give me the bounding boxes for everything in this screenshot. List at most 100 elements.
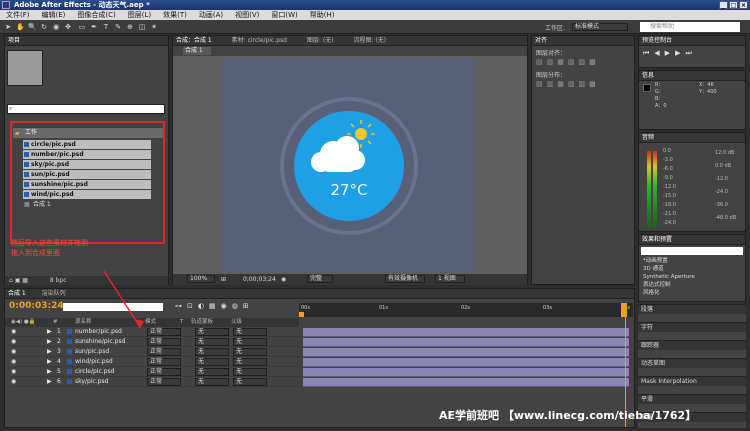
maximize-button[interactable]: □ [729,1,738,9]
help-search-input[interactable]: 搜索帮助 [640,22,740,32]
mode-dropdown[interactable]: 正常 [147,358,181,366]
snapshot-icon[interactable]: ◉ [281,274,286,285]
selection-tool-icon[interactable]: ➤ [4,23,12,31]
trkmat-dropdown[interactable]: 无 [195,328,229,336]
trkmat-dropdown[interactable]: 无 [195,338,229,346]
parent-dropdown[interactable]: 无 [233,358,267,366]
menu-layer[interactable]: 图层(L) [128,10,151,20]
expand-arrow-icon[interactable]: ▶ [47,367,52,377]
project-item[interactable]: wind/pic.psd [23,190,151,199]
layer-row[interactable]: ◉ ▶ 6 sky/pic.psd 正常 无 无 [11,377,301,387]
trkmat-dropdown[interactable]: 无 [195,368,229,376]
parent-dropdown[interactable]: 无 [233,378,267,386]
close-button[interactable]: × [739,1,748,9]
pen-tool-icon[interactable]: ✒ [90,23,98,31]
distribute-buttons[interactable]: ▤▥▦▧▨▩ [536,80,600,88]
project-item[interactable]: sun/pic.psd [23,170,151,179]
project-item[interactable]: sunshine/pic.psd [23,180,151,189]
visibility-eye-icon[interactable]: ◉ [11,327,16,337]
visibility-eye-icon[interactable]: ◉ [11,357,16,367]
tab-layer[interactable]: 图层: (无) [307,37,334,44]
effects-search-input[interactable] [641,247,743,255]
effects-tab[interactable]: 效果和预置 [639,235,745,245]
visibility-eye-icon[interactable]: ◉ [11,377,16,387]
quality-dropdown[interactable]: 完整 [307,275,333,283]
expand-arrow-icon[interactable]: ▶ [47,347,52,357]
mode-dropdown[interactable]: 正常 [147,378,181,386]
visibility-eye-icon[interactable]: ◉ [11,347,16,357]
parent-dropdown[interactable]: 无 [233,348,267,356]
menu-animation[interactable]: 动画(A) [199,10,223,20]
parent-dropdown[interactable]: 无 [233,328,267,336]
mode-dropdown[interactable]: 正常 [147,368,181,376]
puppet-tool-icon[interactable]: ✶ [150,23,158,31]
mode-dropdown[interactable]: 正常 [147,338,181,346]
layer-duration-bar[interactable] [303,338,629,347]
effect-item[interactable]: 3D 通道 [643,265,695,273]
camera-tool-icon[interactable]: ◉ [52,23,60,31]
project-item[interactable]: sky/pic.psd [23,160,151,169]
timeline-switches[interactable]: ⊶⊡◐▦◉◍⊞ [175,302,254,310]
expand-arrow-icon[interactable]: ▶ [47,327,52,337]
menu-window[interactable]: 窗口(W) [271,10,297,20]
panel-paragraph[interactable]: 段落 [638,304,746,314]
workspace-dropdown[interactable]: 标准模式 [572,23,628,31]
project-item[interactable]: circle/pic.psd [23,140,151,149]
timeline-timecode[interactable]: 0:00:03:24 [9,301,64,311]
parent-dropdown[interactable]: 无 [233,368,267,376]
trkmat-dropdown[interactable]: 无 [195,358,229,366]
layer-duration-bar[interactable] [303,348,629,357]
current-time-indicator[interactable] [621,303,627,317]
layer-name[interactable]: circle/pic.psd [75,367,114,377]
zoom-dropdown[interactable]: 100% [187,275,215,283]
align-tab[interactable]: 对齐 [532,36,634,46]
project-search-input[interactable]: ⌕ [7,104,165,114]
parent-dropdown[interactable]: 无 [233,338,267,346]
tab-comp1[interactable]: 合成 1 [8,290,26,297]
tab-render-queue[interactable]: 渲染队列 [42,290,66,297]
tab-composition[interactable]: 合成：合成 1 [176,37,212,44]
mode-dropdown[interactable]: 正常 [147,348,181,356]
layer-name[interactable]: wind/pic.psd [75,357,113,367]
menu-edit[interactable]: 编辑(E) [42,10,66,20]
expand-arrow-icon[interactable]: ▶ [47,357,52,367]
layer-name[interactable]: sun/pic.psd [75,347,109,357]
bpc-label[interactable]: 8 bpc [50,277,67,284]
comp-name-tab[interactable]: 合成 1 [183,47,211,55]
layer-duration-bar[interactable] [303,368,629,377]
text-tool-icon[interactable]: T [102,23,110,31]
layer-duration-bar[interactable] [303,378,629,387]
menu-effect[interactable]: 效果(T) [163,10,187,20]
work-area-start[interactable] [299,312,304,317]
grid-icon[interactable]: ⊞ [221,274,226,285]
panel-mask-interpolation[interactable]: Mask Interpolation [638,376,746,386]
views-dropdown[interactable]: 1 视图 [435,275,465,283]
panel-smoother[interactable]: 平滑 [638,394,746,404]
layer-row[interactable]: ◉ ▶ 5 circle/pic.psd 正常 无 无 [11,367,301,377]
trkmat-dropdown[interactable]: 无 [195,348,229,356]
menu-help[interactable]: 帮助(H) [310,10,335,20]
preview-tab[interactable]: 预览控制台 [639,36,745,46]
visibility-eye-icon[interactable]: ◉ [11,337,16,347]
viewer-timecode[interactable]: 0;00;03;24 [243,274,276,285]
panel-tracker[interactable]: 跟踪器 [638,340,746,350]
project-comp-item[interactable]: ▦ 合成 1 [23,200,151,209]
effect-item[interactable]: 风格化 [643,289,695,297]
project-tab[interactable]: 项目 [5,36,168,46]
brush-tool-icon[interactable]: ✎ [114,23,122,31]
effect-item[interactable]: 表达式控制 [643,281,695,289]
pan-behind-tool-icon[interactable]: ✥ [64,23,72,31]
audio-tab[interactable]: 音频 [639,133,745,143]
tab-footage[interactable]: 素材: circle/pic.psd [232,37,287,44]
rotate-tool-icon[interactable]: ↻ [40,23,48,31]
minimize-button[interactable]: _ [719,1,728,9]
layer-duration-bar[interactable] [303,328,629,337]
menu-view[interactable]: 视图(V) [235,10,259,20]
info-tab[interactable]: 信息 [639,71,745,81]
playback-controls[interactable]: ⏮◀▶▶⏭ [643,49,697,58]
rectangle-tool-icon[interactable]: ▭ [78,23,86,31]
panel-motion-sketch[interactable]: 动态草图 [638,358,746,368]
layer-row[interactable]: ◉ ▶ 4 wind/pic.psd 正常 无 无 [11,357,301,367]
expand-arrow-icon[interactable]: ▶ [47,337,52,347]
clone-tool-icon[interactable]: ⊕ [126,23,134,31]
